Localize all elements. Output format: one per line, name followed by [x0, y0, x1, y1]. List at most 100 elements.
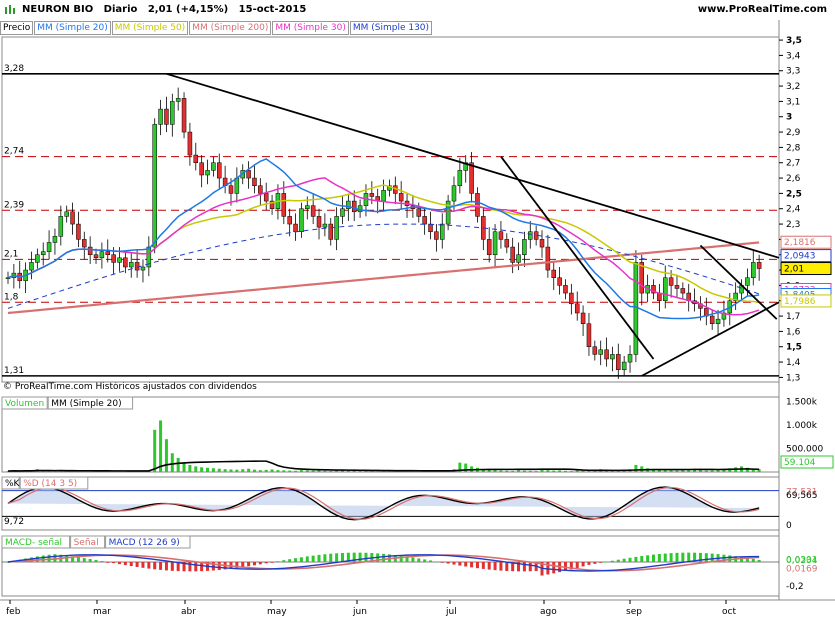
candle-body	[322, 223, 328, 228]
volume-bar	[299, 470, 303, 472]
stoch-tick-label: 69,565	[786, 491, 818, 501]
candle-body	[592, 346, 598, 355]
volume-bar	[323, 470, 327, 472]
candle-body	[469, 162, 474, 194]
volume-bar	[247, 468, 251, 472]
macd-histogram-bar	[411, 557, 415, 562]
candle-body	[522, 239, 527, 255]
candle-body	[475, 193, 480, 217]
candle-body	[486, 239, 492, 255]
candle-body	[428, 223, 433, 232]
macd-histogram-bar	[147, 562, 151, 569]
candle-body	[281, 193, 287, 217]
macd-histogram-bar	[563, 562, 567, 571]
candle-body	[29, 262, 34, 271]
candle-body	[181, 98, 187, 133]
candle-body	[82, 239, 87, 248]
macd-histogram-bar	[282, 560, 286, 562]
macd-histogram-bar	[575, 562, 579, 568]
volume-bar	[710, 470, 714, 472]
macd-histogram-bar	[634, 556, 638, 562]
volume-bar	[698, 470, 702, 472]
macd-histogram-bar	[88, 558, 92, 562]
candle-body	[170, 101, 175, 125]
price-tag-label: 2,01	[784, 265, 804, 275]
macd-histogram-bar	[100, 561, 104, 562]
level-label: 2,1	[4, 249, 18, 259]
volume-bar	[546, 470, 550, 472]
macd-histogram-bar	[440, 562, 444, 563]
volume-bar	[288, 470, 292, 472]
y-tick-label: 2,6	[786, 174, 801, 184]
trend-line	[166, 72, 780, 259]
volume-bar	[563, 470, 567, 472]
volume-bar	[634, 464, 638, 472]
volume-bar	[505, 470, 509, 472]
candle-body	[340, 208, 345, 217]
macd-histogram-bar	[522, 562, 526, 572]
macd-histogram-bar	[123, 562, 127, 566]
macd-histogram-bar	[65, 555, 69, 562]
macd-histogram-bar	[687, 552, 691, 562]
volume-bar	[194, 466, 198, 472]
candle-body	[574, 303, 580, 314]
candle-body	[627, 354, 633, 363]
volume-tag-label: 59.104	[784, 458, 816, 468]
volume-bar	[581, 470, 585, 472]
x-tick-label: feb	[6, 607, 21, 617]
volume-bar	[276, 470, 280, 472]
macd-histogram-bar	[628, 557, 632, 562]
macd-histogram-bar	[481, 562, 485, 569]
volume-bar	[522, 470, 526, 472]
candle-body	[504, 239, 510, 248]
macd-histogram-bar	[53, 554, 57, 562]
volume-bar	[200, 467, 204, 472]
candle-body	[93, 254, 99, 259]
macd-histogram-bar	[82, 558, 86, 562]
price-tag-label: 2,0943	[784, 252, 816, 262]
macd-histogram-bar	[493, 562, 497, 571]
macd-histogram-bar	[311, 555, 315, 562]
y-tick-label: 3,2	[786, 82, 800, 92]
volume-bar	[493, 470, 497, 472]
candle-body	[234, 177, 240, 194]
macd-histogram-bar	[581, 562, 585, 567]
volume-ma-line	[7, 460, 760, 472]
candle-body	[369, 193, 375, 197]
macd-histogram-bar	[382, 553, 386, 562]
volume-bar	[511, 470, 515, 472]
level-label: 1,8	[4, 292, 19, 302]
candle-body	[199, 162, 204, 176]
x-tick-label: mar	[93, 607, 111, 617]
candle-body	[557, 277, 562, 286]
candle-body	[76, 223, 81, 240]
volume-bar	[217, 468, 221, 472]
volume-bar	[552, 470, 556, 472]
volume-bar	[223, 469, 227, 472]
y-tick-label: 3	[786, 113, 792, 123]
chart-svg: 3,53,43,33,23,132,92,82,72,62,52,42,32,2…	[0, 20, 835, 617]
x-tick-label: abr	[181, 607, 196, 617]
y-tick-label: 2,9	[786, 128, 801, 138]
candle-body	[715, 318, 721, 324]
candle-body	[217, 162, 222, 179]
stoch-legend-label: %D (14 3 5)	[23, 479, 77, 489]
macd-histogram-bar	[475, 562, 479, 569]
macd-histogram-bar	[335, 553, 339, 562]
candle-body	[381, 190, 386, 202]
candle-body	[158, 108, 163, 125]
macd-histogram-bar	[129, 562, 133, 567]
volume-bar	[329, 471, 333, 472]
volume-bar	[569, 471, 573, 472]
candle-body	[175, 98, 181, 102]
candle-body	[709, 315, 715, 324]
candle-body	[316, 216, 322, 228]
candle-body	[152, 124, 157, 248]
candle-body	[70, 211, 75, 225]
volume-bar	[164, 439, 168, 472]
macd-histogram-bar	[452, 562, 456, 565]
candle-body	[598, 349, 603, 355]
candle-body	[305, 205, 310, 209]
candle-body	[569, 292, 574, 305]
level-label: 1,31	[4, 366, 24, 376]
